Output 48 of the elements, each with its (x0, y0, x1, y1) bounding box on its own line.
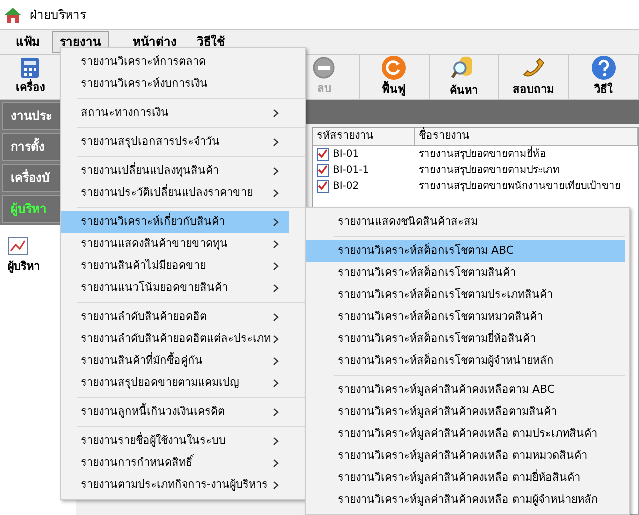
column-header[interactable]: ชื่อรายงาน (415, 128, 638, 146)
menu-item[interactable]: รายงานสินค้าที่มักซื้อคู่กัน (61, 350, 289, 372)
menu-item[interactable]: รายงานวิเคราะห์มูลค่าสินค้าคงเหลือตามสินค้า (306, 401, 625, 423)
menu-item[interactable]: รายงานลำดับสินค้ายอดฮิตแต่ละประเภท (61, 328, 289, 350)
menu-item[interactable]: รายงานวิเคราะห์สต็อกเรโชตามประเภทสินค้า (306, 284, 625, 306)
menu-item[interactable]: รายงานตามประเภทกิจการ-งานผู้บริหาร (61, 474, 289, 496)
table-cell-text: BI-02 (333, 180, 360, 194)
window-title: ฝ่ายบริหาร (30, 6, 86, 24)
menu-item[interactable]: รายงานวิเคราะห์สต็อกเรโชตามผู้จำหน่ายหลัก (306, 350, 625, 372)
menu-item[interactable]: รายงานวิเคราะห์มูลค่าสินค้าคงเหลือ ตามยี่ห้อสินค้า (306, 467, 625, 489)
menu-item[interactable]: รายงานวิเคราะห์เกี่ยวกับสินค้า (61, 211, 289, 233)
table-cell-text: รายงานสรุปยอดขายตามยี่ห้อ (418, 146, 547, 162)
toolbar-button[interactable]: วิธีใ (569, 55, 639, 99)
table-cell-text: รายงานสรุปยอดขายพนักงานขายเทียบเป้าขาย (418, 180, 622, 194)
menu-bar-item[interactable]: แฟ้ม (8, 31, 48, 53)
minus-circle-icon (312, 56, 336, 80)
menu-item[interactable]: รายงานวิเคราะห์มูลค่าสินค้าคงเหลือตาม ABC (306, 379, 625, 401)
chart-icon (8, 237, 28, 255)
menu-item[interactable]: รายงานวิเคราะห์มูลค่าสินค้าคงเหลือ ตามผู้จำหน่ายหลัก (306, 489, 625, 511)
toolbar-button[interactable]: ฟื้นฟู (360, 55, 430, 99)
menu-bar-item[interactable]: วิธีใช้ (189, 31, 233, 53)
house-icon (4, 6, 22, 24)
refresh-icon (381, 55, 408, 82)
table-cell-text: BI-01-1 (333, 164, 370, 178)
menu-item[interactable]: รายงานวิเคราะห์มูลค่าสินค้าคงเหลือ ตามประเภทสินค้า (306, 423, 625, 445)
menu-item[interactable]: รายงานวิเคราะห์สต็อกเรโชตามหมวดสินค้า (306, 306, 625, 328)
report-check-icon (317, 164, 329, 176)
column-header[interactable]: รหัสรายงาน (313, 128, 415, 146)
menu-item[interactable]: รายงานการกำหนดสิทธิ์ (61, 452, 289, 474)
menu-item[interactable]: รายงานรายชื่อผู้ใช้งานในระบบ (61, 430, 289, 452)
toolbar-button[interactable]: ค้นหา (430, 55, 500, 99)
menu-item[interactable]: รายงานลำดับสินค้ายอดฮิต (61, 306, 289, 328)
table-cell-text: BI-01 (333, 148, 360, 162)
menu-item[interactable]: รายงานวิเคราะห์มูลค่าสินค้าคงเหลือ ตามหมวดสินค้า (306, 445, 625, 467)
help-icon (590, 55, 617, 82)
calculator-icon (19, 57, 42, 80)
menu-item[interactable]: รายงานลูกหนี้เกินวงเงินเครดิต (61, 401, 289, 423)
report-check-icon (317, 148, 329, 160)
toolbar-button[interactable]: สอบถาม (499, 55, 570, 99)
menu-item[interactable]: รายงานวิเคราะห์สต็อกเรโชตาม ABC (306, 240, 625, 262)
menu-item[interactable]: รายงานแนวโน้มยอดขายสินค้า (61, 277, 289, 299)
menu-item[interactable]: รายงานวิเคราะห์สต็อกเรโชตามสินค้า (306, 262, 625, 284)
table-cell-text: รายงานสรุปยอดขายตามประเภท (418, 164, 561, 178)
menu-item[interactable]: รายงานวิเคราะห์สต็อกเรโชตามยี่ห้อสินค้า (306, 328, 625, 350)
menu-item[interactable]: รายงานสรุปยอดขายตามแคมเปญ (61, 372, 289, 394)
menu-bar-item[interactable]: หน้าต่าง (125, 31, 185, 53)
menu-item[interactable]: รายงานแสดงชนิดสินค้าสะสม (306, 211, 629, 233)
report-check-icon (317, 180, 329, 192)
